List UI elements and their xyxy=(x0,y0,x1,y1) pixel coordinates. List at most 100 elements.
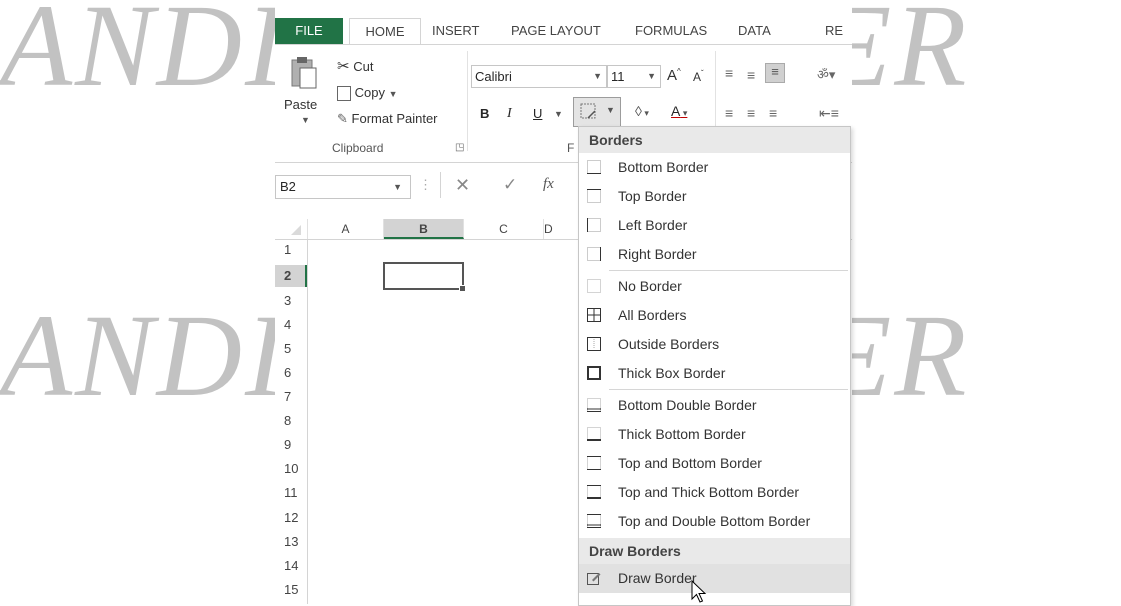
clipboard-icon xyxy=(291,57,317,89)
menu-item-no-border[interactable]: No Border xyxy=(579,272,850,301)
row-header[interactable]: 8 xyxy=(275,409,307,433)
name-box-value: B2 xyxy=(280,179,296,194)
dialog-launcher-icon[interactable]: ◳ xyxy=(455,142,464,153)
select-all-corner[interactable] xyxy=(275,219,308,239)
chevron-down-icon[interactable]: ▼ xyxy=(389,89,398,99)
menu-item-top-and-bottom-border[interactable]: Top and Bottom Border xyxy=(579,449,850,478)
cancel-icon[interactable]: ✕ xyxy=(455,175,470,196)
menu-item-label: Draw Border xyxy=(618,570,697,586)
align-center-icon[interactable]: ≡ xyxy=(747,105,755,121)
column-header-c[interactable]: C xyxy=(464,219,544,239)
align-middle-icon[interactable]: ≡ xyxy=(747,67,755,83)
font-group-label: F xyxy=(567,141,575,155)
paintbrush-icon: ✎ xyxy=(337,111,348,126)
borders-menu: Borders Bottom Border Top Border Left Bo… xyxy=(578,126,851,606)
row-header[interactable]: 3 xyxy=(275,289,307,313)
chevron-down-icon[interactable]: ▼ xyxy=(393,176,402,198)
menu-item-thick-bottom-border[interactable]: Thick Bottom Border xyxy=(579,420,850,449)
column-header-b[interactable]: B xyxy=(384,219,464,239)
row-header[interactable]: 6 xyxy=(275,361,307,385)
tab-data[interactable]: DATA xyxy=(738,18,771,44)
menu-item-label: Bottom Double Border xyxy=(618,397,757,413)
menu-item-thick-box-border[interactable]: Thick Box Border xyxy=(579,359,850,388)
menu-section-borders: Borders xyxy=(579,127,850,153)
align-right-icon[interactable]: ≡ xyxy=(769,105,777,121)
menu-section-draw-borders: Draw Borders xyxy=(579,538,850,564)
font-size-select[interactable]: 11 ▼ xyxy=(607,65,661,88)
menu-item-bottom-border[interactable]: Bottom Border xyxy=(579,153,850,182)
chevron-down-icon: ▼ xyxy=(593,71,602,81)
menu-item-label: Bottom Border xyxy=(618,159,709,175)
row-header[interactable]: 12 xyxy=(275,506,307,530)
tab-home[interactable]: HOME xyxy=(349,18,421,45)
shrink-font-icon[interactable]: Aˇ xyxy=(693,69,704,84)
row-header[interactable]: 11 xyxy=(275,481,307,505)
row-header[interactable]: 7 xyxy=(275,385,307,409)
fill-color-icon[interactable]: ◊ ▾ xyxy=(635,103,649,119)
font-family-select[interactable]: Calibri ▼ xyxy=(471,65,607,88)
cut-button[interactable]: ✂ Cut xyxy=(337,57,373,77)
chevron-down-icon[interactable]: ▼ xyxy=(554,109,563,119)
format-painter-button[interactable]: ✎ Format Painter xyxy=(337,109,438,129)
menu-item-bottom-double-border[interactable]: Bottom Double Border xyxy=(579,391,850,420)
menu-separator xyxy=(609,270,848,271)
menu-item-right-border[interactable]: Right Border xyxy=(579,240,850,269)
menu-item-label: Top and Bottom Border xyxy=(618,455,762,471)
row-header[interactable]: 10 xyxy=(275,457,307,481)
chevron-down-icon: ▼ xyxy=(301,115,310,125)
menu-item-label: Thick Bottom Border xyxy=(618,426,746,442)
top-and-bottom-border-icon xyxy=(587,456,601,470)
tab-file[interactable]: FILE xyxy=(275,18,343,44)
tab-review[interactable]: RE xyxy=(825,18,843,44)
column-header-a[interactable]: A xyxy=(308,219,384,239)
no-border-icon xyxy=(587,279,601,293)
row-header[interactable]: 5 xyxy=(275,337,307,361)
copy-button[interactable]: Copy ▼ xyxy=(337,83,398,103)
bottom-double-border-icon xyxy=(587,398,601,412)
font-family-value: Calibri xyxy=(475,69,512,84)
name-box[interactable]: B2 ▼ xyxy=(275,175,411,199)
menu-item-label: Outside Borders xyxy=(618,336,720,352)
menu-item-top-border[interactable]: Top Border xyxy=(579,182,850,211)
row-header[interactable]: 1 xyxy=(275,240,307,260)
italic-button[interactable]: I xyxy=(507,106,512,122)
font-color-icon[interactable]: A ▾ xyxy=(671,103,687,119)
tab-insert[interactable]: INSERT xyxy=(432,18,479,44)
row-header[interactable]: 13 xyxy=(275,530,307,554)
grow-font-icon[interactable]: A^ xyxy=(667,67,681,84)
row-header-selected[interactable]: 2 xyxy=(275,265,307,287)
menu-item-draw-border[interactable]: Draw Border xyxy=(579,564,850,593)
row-header[interactable]: 4 xyxy=(275,313,307,337)
row-header[interactable]: 14 xyxy=(275,554,307,578)
align-bottom-icon[interactable]: ≡ xyxy=(765,63,785,83)
enter-icon[interactable]: ✓ xyxy=(503,175,517,195)
menu-item-top-and-double-bottom-border[interactable]: Top and Double Bottom Border xyxy=(579,507,850,536)
chevron-down-icon: ▼ xyxy=(647,71,656,81)
tab-page-layout[interactable]: PAGE LAYOUT xyxy=(511,18,601,44)
menu-item-top-and-thick-bottom-border[interactable]: Top and Thick Bottom Border xyxy=(579,478,850,507)
underline-button[interactable]: U xyxy=(533,106,542,121)
orientation-icon[interactable]: ॐ▾ xyxy=(817,65,835,83)
menu-item-label: Top and Thick Bottom Border xyxy=(618,484,800,500)
fill-handle[interactable] xyxy=(459,285,466,292)
indent-icon[interactable]: ⇤≡ xyxy=(819,105,839,122)
paste-button[interactable]: Paste ▼ xyxy=(283,55,327,127)
scissors-icon: ✂ xyxy=(337,58,350,75)
borders-button[interactable]: ▼ xyxy=(573,97,621,127)
thick-bottom-border-icon xyxy=(587,427,601,441)
align-top-icon[interactable]: ≡ xyxy=(725,65,733,81)
mouse-cursor-icon xyxy=(691,580,707,603)
menu-item-left-border[interactable]: Left Border xyxy=(579,211,850,240)
row-header[interactable]: 15 xyxy=(275,578,307,602)
row-header[interactable]: 9 xyxy=(275,433,307,457)
insert-function-icon[interactable]: fx xyxy=(543,176,554,193)
bold-button[interactable]: B xyxy=(480,106,489,121)
border-icon xyxy=(580,103,596,119)
menu-item-outside-borders[interactable]: Outside Borders xyxy=(579,330,850,359)
align-left-icon[interactable]: ≡ xyxy=(725,105,733,121)
menu-item-all-borders[interactable]: All Borders xyxy=(579,301,850,330)
top-border-icon xyxy=(587,189,601,203)
right-border-icon xyxy=(587,247,601,261)
tab-formulas[interactable]: FORMULAS xyxy=(635,18,707,44)
selected-cell[interactable] xyxy=(383,262,466,292)
